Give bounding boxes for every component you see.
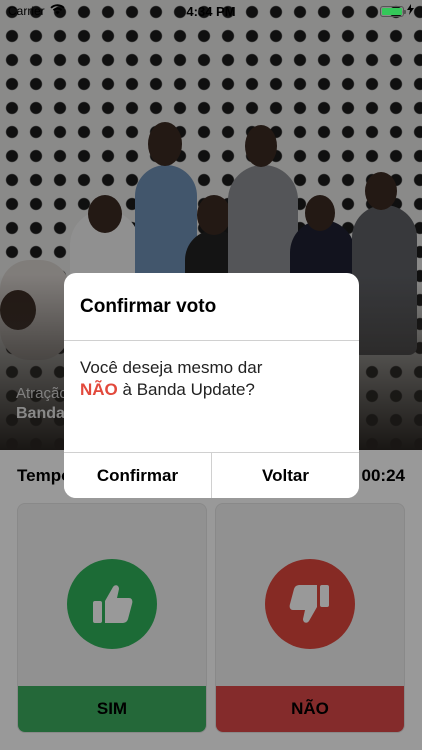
dialog-message-highlight: NÃO [80,380,118,399]
dialog-actions: Confirmar Voltar [64,452,359,498]
dialog-message: Você deseja mesmo dar NÃO à Banda Update… [64,341,359,452]
dialog-message-prefix: Você deseja mesmo dar [80,358,263,377]
status-bar: Carrier 4:34 PM [0,0,422,22]
dialog-title: Confirmar voto [64,273,359,341]
carrier-label: Carrier [8,4,45,18]
confirm-button[interactable]: Confirmar [64,453,211,498]
wifi-icon [50,4,65,18]
back-button[interactable]: Voltar [211,453,359,498]
dialog-message-suffix: à Banda Update? [122,380,255,399]
charging-bolt-icon [407,2,414,20]
confirm-vote-dialog: Confirmar voto Você deseja mesmo dar NÃO… [64,273,359,498]
battery-icon [380,5,406,17]
